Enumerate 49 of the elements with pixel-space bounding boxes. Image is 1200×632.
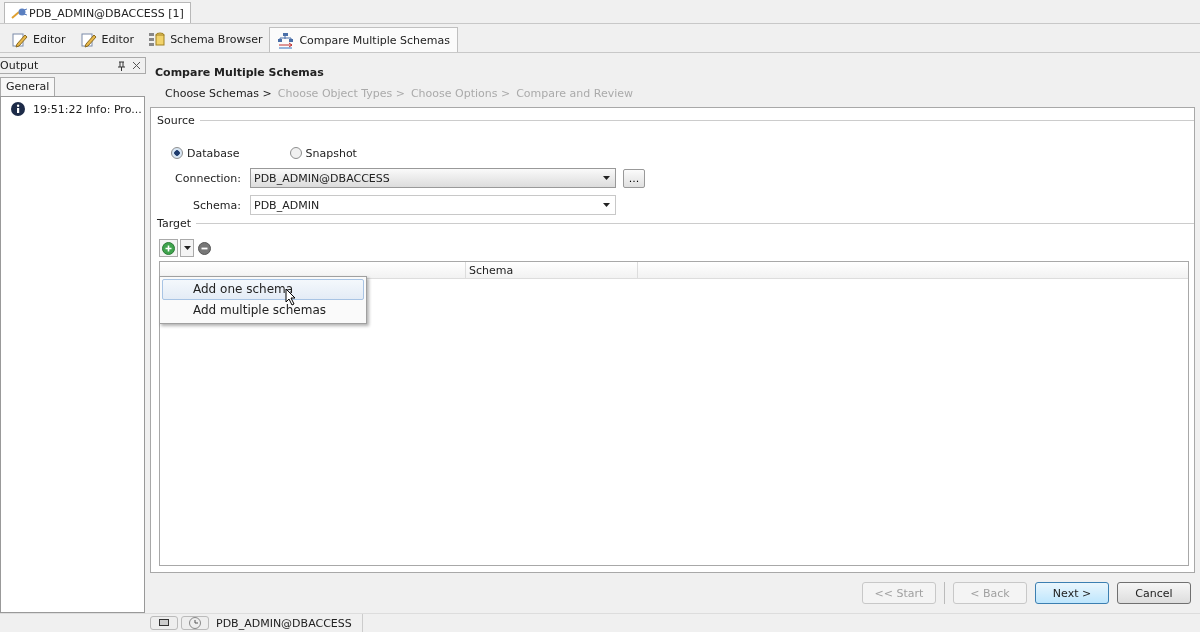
dropdown-caret-icon — [603, 176, 610, 180]
editor-tab[interactable]: Editor — [72, 27, 142, 52]
minus-circle-icon — [198, 241, 211, 255]
output-tab[interactable]: General — [0, 77, 56, 96]
connection-dropdown[interactable]: PDB_ADMIN@DBACCESS — [250, 168, 616, 188]
section-label: Target — [157, 216, 192, 230]
output-message: 19:51:22 Info: Pro... — [33, 102, 142, 116]
status-button[interactable] — [150, 616, 178, 630]
database-tree-icon — [148, 31, 166, 48]
menu-item[interactable]: Add multiple schemas — [162, 300, 364, 321]
browse-button[interactable]: ... — [623, 168, 645, 188]
dropdown-caret-icon — [183, 246, 191, 250]
wizard-step: Choose Object Types > — [277, 87, 405, 107]
dropdown-button[interactable] — [180, 239, 194, 257]
section-label: Source — [157, 113, 195, 127]
dropdown-caret-icon — [603, 203, 610, 207]
panel-title: Output — [0, 59, 40, 72]
radio-button[interactable] — [171, 147, 183, 159]
wizard-button[interactable]: Next > — [1035, 582, 1109, 604]
monitor-icon — [159, 619, 169, 627]
schema-dropdown[interactable]: PDB_ADMIN — [250, 195, 616, 215]
wizard-title: Compare Multiple Schemas — [154, 65, 325, 81]
radio-option[interactable]: Snapshot — [289, 145, 357, 161]
menu-item[interactable]: Add one schema — [162, 279, 364, 300]
schema-compare-icon — [277, 31, 295, 49]
editor-tab[interactable]: Compare Multiple Schemas — [269, 27, 458, 52]
wizard-button[interactable]: Cancel — [1117, 582, 1191, 604]
radio-button[interactable] — [289, 147, 302, 159]
wizard-step: Compare and Review — [516, 87, 634, 107]
editor-tab[interactable]: Editor — [4, 27, 73, 52]
column-header: Schema — [466, 262, 638, 278]
clock-icon — [189, 617, 201, 629]
field-label: Connection: — [174, 171, 242, 185]
plus-circle-icon — [162, 241, 175, 255]
pin-icon — [117, 60, 126, 71]
pencil-page-icon — [79, 31, 97, 48]
add-button[interactable] — [159, 239, 178, 257]
close-icon — [132, 61, 141, 70]
connection-plug-icon — [11, 7, 27, 19]
editor-tab[interactable]: Schema Browser — [141, 27, 270, 52]
wizard-step: Choose Options > — [410, 87, 511, 107]
field-label: Schema: — [192, 198, 242, 212]
wizard-step: Choose Schemas > — [165, 87, 272, 107]
document-tab[interactable]: PDB_ADMIN@DBACCESS [1] — [4, 2, 191, 23]
status-connection: PDB_ADMIN@DBACCESS — [212, 614, 363, 632]
pencil-page-icon — [11, 31, 28, 48]
remove-button[interactable] — [196, 239, 213, 257]
info-icon — [11, 102, 25, 116]
radio-option[interactable]: Database — [171, 145, 240, 161]
